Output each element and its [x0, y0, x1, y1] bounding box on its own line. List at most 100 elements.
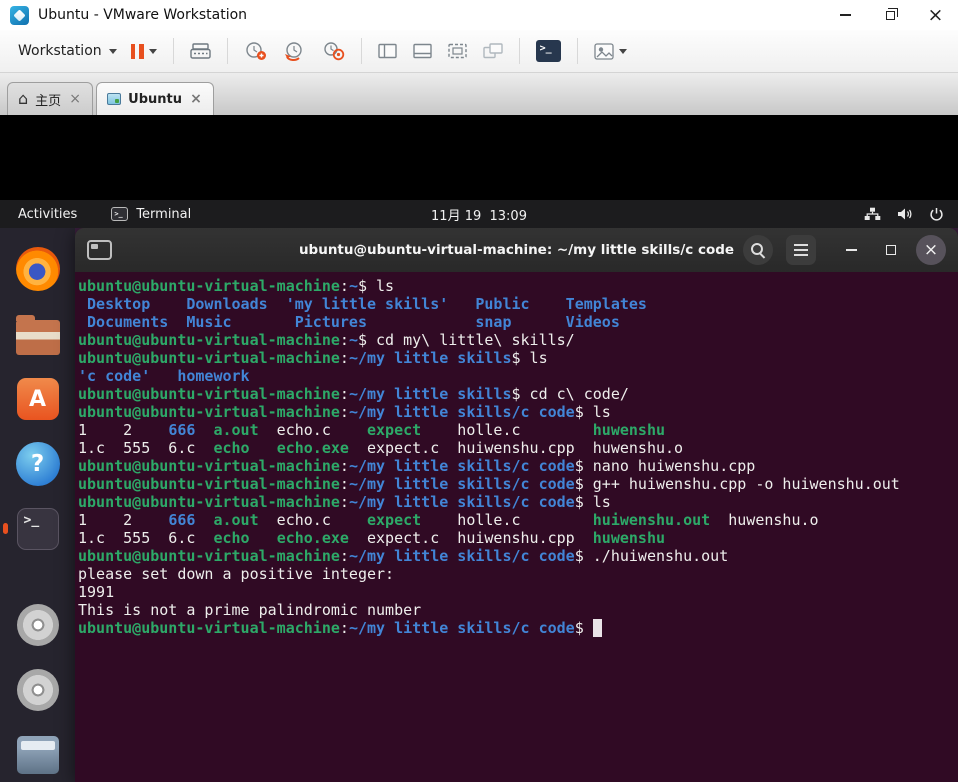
dock-item-help[interactable] [0, 441, 75, 487]
terminal-line: ubuntu@ubuntu-virtual-machine:~/my littl… [78, 547, 729, 565]
restore-button[interactable] [868, 0, 913, 30]
tab-label: Ubuntu [128, 91, 183, 107]
terminal-line: ubuntu@ubuntu-virtual-machine:~/my littl… [78, 385, 629, 403]
revert-snapshot-icon [284, 42, 302, 61]
console-terminal-icon [535, 40, 561, 62]
terminal-header[interactable]: ubuntu@ubuntu-virtual-machine: ~/my litt… [75, 228, 958, 272]
dock-item-disc-1[interactable] [0, 602, 75, 648]
revert-snapshot-button[interactable] [283, 41, 306, 61]
activities-button[interactable]: Activities [0, 200, 95, 228]
take-snapshot-icon [245, 42, 266, 60]
toolbar-divider [226, 38, 228, 64]
terminal-close-button[interactable] [916, 235, 946, 265]
fullscreen-button[interactable] [447, 43, 467, 59]
terminal-minimize-button[interactable] [836, 235, 866, 265]
disc-icon [16, 604, 59, 646]
fullscreen-icon [447, 43, 467, 59]
ctrl-alt-del-button[interactable] [189, 42, 211, 60]
vm-screen-letterbox [0, 115, 958, 200]
tab-close-button[interactable] [189, 92, 203, 106]
unity-button[interactable] [482, 43, 503, 59]
chevron-down-icon [108, 48, 117, 54]
volume-icon [898, 208, 912, 220]
vm-screen-icon [107, 93, 122, 105]
dock-item-ubuntu-software[interactable] [0, 376, 75, 422]
network-icon [864, 207, 881, 220]
workstation-label: Workstation [18, 43, 102, 59]
dock-item-files[interactable] [0, 311, 75, 357]
dock-item-terminal[interactable] [0, 506, 75, 552]
terminal-window-icon[interactable] [87, 240, 112, 260]
terminal-line: ubuntu@ubuntu-virtual-machine:~/my littl… [78, 619, 956, 637]
dock-item-disc-2[interactable] [0, 667, 75, 713]
workstation-menu[interactable]: Workstation [8, 39, 127, 63]
terminal-line: 1 2 666 a.out echo.c expect holle.c huiw… [78, 511, 819, 529]
toolbar-divider [518, 38, 520, 64]
terminal-line: ubuntu@ubuntu-virtual-machine:~$ ls [78, 277, 395, 295]
terminal-line: 'c code' homework [78, 367, 250, 385]
snapshot-manager-button[interactable] [322, 41, 345, 61]
minimize-icon [840, 14, 851, 16]
library-panel-icon [377, 43, 397, 59]
minimize-icon [845, 249, 857, 251]
help-icon [15, 442, 60, 486]
activities-label: Activities [18, 206, 78, 222]
show-library-button[interactable] [377, 43, 397, 59]
terminal-search-button[interactable] [743, 235, 773, 265]
search-icon [751, 243, 765, 257]
files-folder-icon [15, 314, 60, 355]
terminal-line: ubuntu@ubuntu-virtual-machine:~/my littl… [78, 349, 548, 367]
toolbar-divider [576, 38, 578, 64]
terminal-line: ubuntu@ubuntu-virtual-machine:~/my littl… [78, 403, 611, 421]
thumbnail-bar-icon [412, 43, 432, 59]
ubuntu-topbar: Activities Terminal 11月 19 13:09 [0, 200, 958, 228]
terminal-maximize-button[interactable] [876, 235, 906, 265]
ubuntu-software-icon [16, 378, 59, 420]
power-icon [930, 207, 943, 221]
terminal-line: This is not a prime palindromic number [78, 601, 422, 619]
terminal-line: Documents Music Pictures snap Videos [78, 313, 620, 331]
terminal-line: 1.c 555 6.c echo echo.exe expect.c huiwe… [78, 529, 666, 547]
terminal-icon [16, 508, 59, 550]
terminal-line: ubuntu@ubuntu-virtual-machine:~$ cd my\ … [78, 331, 575, 349]
take-snapshot-button[interactable] [244, 41, 267, 61]
focused-app-menu[interactable]: Terminal [95, 200, 207, 228]
window-title: Ubuntu - VMware Workstation [38, 7, 248, 23]
chevron-down-icon [618, 48, 627, 54]
home-icon [18, 91, 28, 108]
chevron-down-icon [148, 48, 157, 54]
show-thumbnail-bar-button[interactable] [412, 43, 432, 59]
capture-screen-button[interactable] [593, 42, 627, 60]
vmware-logo-icon [10, 5, 29, 25]
terminal-app-icon [111, 207, 129, 221]
terminal-line: ubuntu@ubuntu-virtual-machine:~/my littl… [78, 475, 900, 493]
hamburger-icon [794, 244, 808, 246]
tab-bar: 主页 Ubuntu [0, 73, 958, 115]
terminal-output[interactable]: ubuntu@ubuntu-virtual-machine:~$ ls Desk… [75, 272, 958, 782]
console-view-button[interactable] [535, 40, 561, 62]
topbar-clock[interactable]: 11月 19 13:09 [431, 205, 527, 224]
dock-item-drive[interactable] [0, 732, 75, 778]
disc-icon [16, 669, 59, 711]
system-status-area[interactable] [864, 207, 958, 222]
close-button[interactable] [913, 0, 958, 30]
power-button[interactable] [130, 43, 157, 59]
terminal-window: ubuntu@ubuntu-virtual-machine: ~/my litt… [75, 228, 958, 782]
capture-screen-icon [593, 42, 614, 60]
minimize-button[interactable] [823, 0, 868, 30]
tab-close-button[interactable] [68, 92, 82, 106]
terminal-line: ubuntu@ubuntu-virtual-machine:~/my littl… [78, 493, 611, 511]
unity-icon [482, 43, 503, 59]
pause-icon [130, 43, 144, 59]
terminal-line: 1991 [78, 583, 115, 601]
tab-home[interactable]: 主页 [7, 82, 94, 115]
dock [0, 228, 75, 782]
maximize-icon [886, 245, 896, 255]
terminal-title: ubuntu@ubuntu-virtual-machine: ~/my litt… [298, 242, 735, 258]
terminal-menu-button[interactable] [786, 235, 816, 265]
toolbar-divider [172, 38, 174, 64]
dock-item-firefox[interactable] [0, 246, 75, 292]
keyboard-icon [189, 42, 211, 59]
tab-ubuntu[interactable]: Ubuntu [96, 82, 215, 115]
firefox-icon [15, 247, 60, 291]
